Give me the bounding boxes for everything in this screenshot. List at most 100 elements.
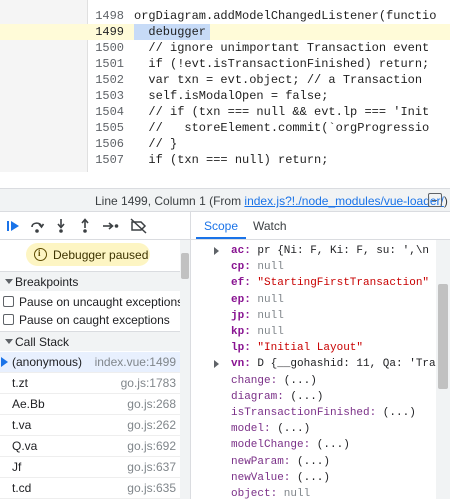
call-frame-location[interactable]: go.js:635 [127,481,176,495]
call-frame-name: t.cd [12,481,32,495]
tab-watch[interactable]: Watch [253,219,287,233]
step-button[interactable] [100,216,122,236]
code-line[interactable]: 1498 orgDiagram.addModelChangedListener(f… [0,8,450,24]
call-frame-name: t.zt [12,376,29,390]
expand-arrow-icon[interactable] [214,247,219,255]
call-frame-location[interactable]: go.js:1783 [121,376,176,390]
code-text: var txn = evt.object; // a Transaction [134,73,423,87]
tab-scope[interactable]: Scope [204,219,238,233]
scope-property[interactable]: cp: null [191,259,450,275]
pause-caught-option[interactable]: Pause on caught exceptions [0,311,180,329]
scope-property-key: vn: [231,358,251,371]
scope-property-value: null [257,309,284,322]
scope-property[interactable]: kp: null [191,324,450,340]
scope-property[interactable]: isTransactionFinished: (...) [191,405,450,421]
scope-property-key: newParam: [231,455,291,468]
scope-property-value[interactable]: (...) [297,470,330,486]
code-line[interactable]: 1503 self.isModalOpen = false; [0,88,450,104]
call-frame[interactable]: t.cd go.js:635 [0,478,180,499]
line-number[interactable]: 1498 [88,8,124,24]
toggle-coverage-icon[interactable] [428,193,442,207]
scope-property-value[interactable]: (...) [277,421,310,437]
scope-property[interactable]: vn: D {__gohashid: 11, Qa: 'Transa [191,356,450,372]
code-line[interactable]: 1506 // } [0,136,450,152]
call-frame[interactable]: t.va go.js:262 [0,415,180,436]
line-number[interactable]: 1499 [88,24,124,40]
scope-property[interactable]: diagram: (...) [191,389,450,405]
scope-property[interactable]: ac: pr {Ni: F, Ki: F, su: ',\n " [191,243,450,259]
call-frame-name: Q.va [12,439,38,453]
call-frame[interactable]: (anonymous) index.vue:1499 [0,352,180,373]
scope-property[interactable]: ef: "StartingFirstTransaction" [191,275,450,291]
line-number[interactable]: 1500 [88,40,124,56]
scope-property-value[interactable]: (...) [317,437,350,453]
call-frame-location[interactable]: go.js:637 [127,460,176,474]
scope-property[interactable]: jp: null [191,308,450,324]
code-text: // } [134,137,178,151]
call-frame-location[interactable]: go.js:268 [127,397,176,411]
line-number[interactable]: 1502 [88,72,124,88]
deactivate-breakpoints-button[interactable] [128,216,150,236]
call-frame-location[interactable]: go.js:262 [127,418,176,432]
source-editor[interactable]: 1498 orgDiagram.addModelChangedListener(f… [0,0,450,172]
scope-property[interactable]: newParam: (...) [191,454,450,470]
pause-caught-label: Pause on caught exceptions [19,313,170,327]
call-frame-name: Jf [12,460,22,474]
scope-pane: ac: pr {Ni: F, Ki: F, su: ',\n " cp: null ef… [191,240,450,499]
scope-property-value: pr {Ni: F, Ki: F, su: ',\n " [257,245,449,257]
scope-property[interactable]: model: (...) [191,421,450,437]
resume-button[interactable] [2,216,24,236]
scope-property[interactable]: newValue: (...) [191,470,450,486]
call-frame[interactable]: Q.va go.js:692 [0,436,180,457]
scope-property[interactable]: lp: "Initial Layout" [191,340,450,356]
call-frame[interactable]: Jf go.js:637 [0,457,180,478]
expand-arrow-icon[interactable] [214,360,219,369]
chevron-down-icon [5,339,13,344]
scope-property-value[interactable]: (...) [297,454,330,470]
code-line-paused[interactable]: 1499 debugger [0,24,450,40]
call-frame-name: (anonymous) [12,355,83,369]
scope-property-value[interactable]: (...) [284,373,317,389]
call-stack-section-header[interactable]: Call Stack [0,331,180,351]
scope-property[interactable]: modelChange: (...) [191,437,450,453]
step-over-button[interactable] [26,216,48,236]
line-number[interactable]: 1504 [88,104,124,120]
step-into-button[interactable] [50,216,72,236]
call-frame[interactable]: t.zt go.js:1783 [0,373,180,394]
pause-uncaught-checkbox[interactable] [3,296,14,307]
source-file-close-paren: ) [443,194,448,208]
line-number[interactable]: 1506 [88,136,124,152]
scope-scrollbar-thumb[interactable] [438,284,448,389]
scope-property[interactable]: object: null [191,486,450,499]
line-number[interactable]: 1507 [88,152,124,168]
chevron-down-icon [5,279,13,284]
line-number[interactable]: 1503 [88,88,124,104]
scope-property-value[interactable]: (...) [290,389,323,405]
pause-uncaught-option[interactable]: Pause on uncaught exceptions [0,293,183,311]
code-line[interactable]: 1504 // if (txn === null && evt.lp === '… [0,104,450,120]
step-out-button[interactable] [74,216,96,236]
debugger-toolbar [0,212,190,240]
sidebar-scrollbar-thumb[interactable] [181,253,189,279]
call-frame[interactable]: Ae.Bb go.js:268 [0,394,180,415]
code-line[interactable]: 1502 var txn = evt.object; // a Transact… [0,72,450,88]
call-stack-title: Call Stack [15,335,70,349]
line-number[interactable]: 1505 [88,120,124,136]
call-frame-location[interactable]: go.js:692 [127,439,176,453]
scope-property[interactable]: ep: null [191,292,450,308]
code-line[interactable]: 1505 // storeElement.commit(`orgProgress… [0,120,450,136]
line-number[interactable]: 1501 [88,56,124,72]
source-file-link[interactable]: index.js?!./node_modules/vue-loader/ [244,194,443,208]
editor-status-bar: Line 1499, Column 1 (From index.js?!./no… [0,188,450,212]
code-line[interactable]: 1501 if (!evt.isTransactionFinished) ret… [0,56,450,72]
step-out-icon [81,218,89,233]
scope-property-key: change: [231,374,278,387]
scope-property[interactable]: change: (...) [191,373,450,389]
scope-property-value[interactable]: (...) [383,405,416,421]
code-line[interactable]: 1507 if (txn === null) return; [0,152,450,168]
pause-caught-checkbox[interactable] [3,314,14,325]
scope-property-value: null [257,261,284,274]
code-line[interactable]: 1500 // ignore unimportant Transaction e… [0,40,450,56]
breakpoints-section-header[interactable]: Breakpoints [0,271,180,291]
call-frame-location[interactable]: index.vue:1499 [95,355,176,369]
